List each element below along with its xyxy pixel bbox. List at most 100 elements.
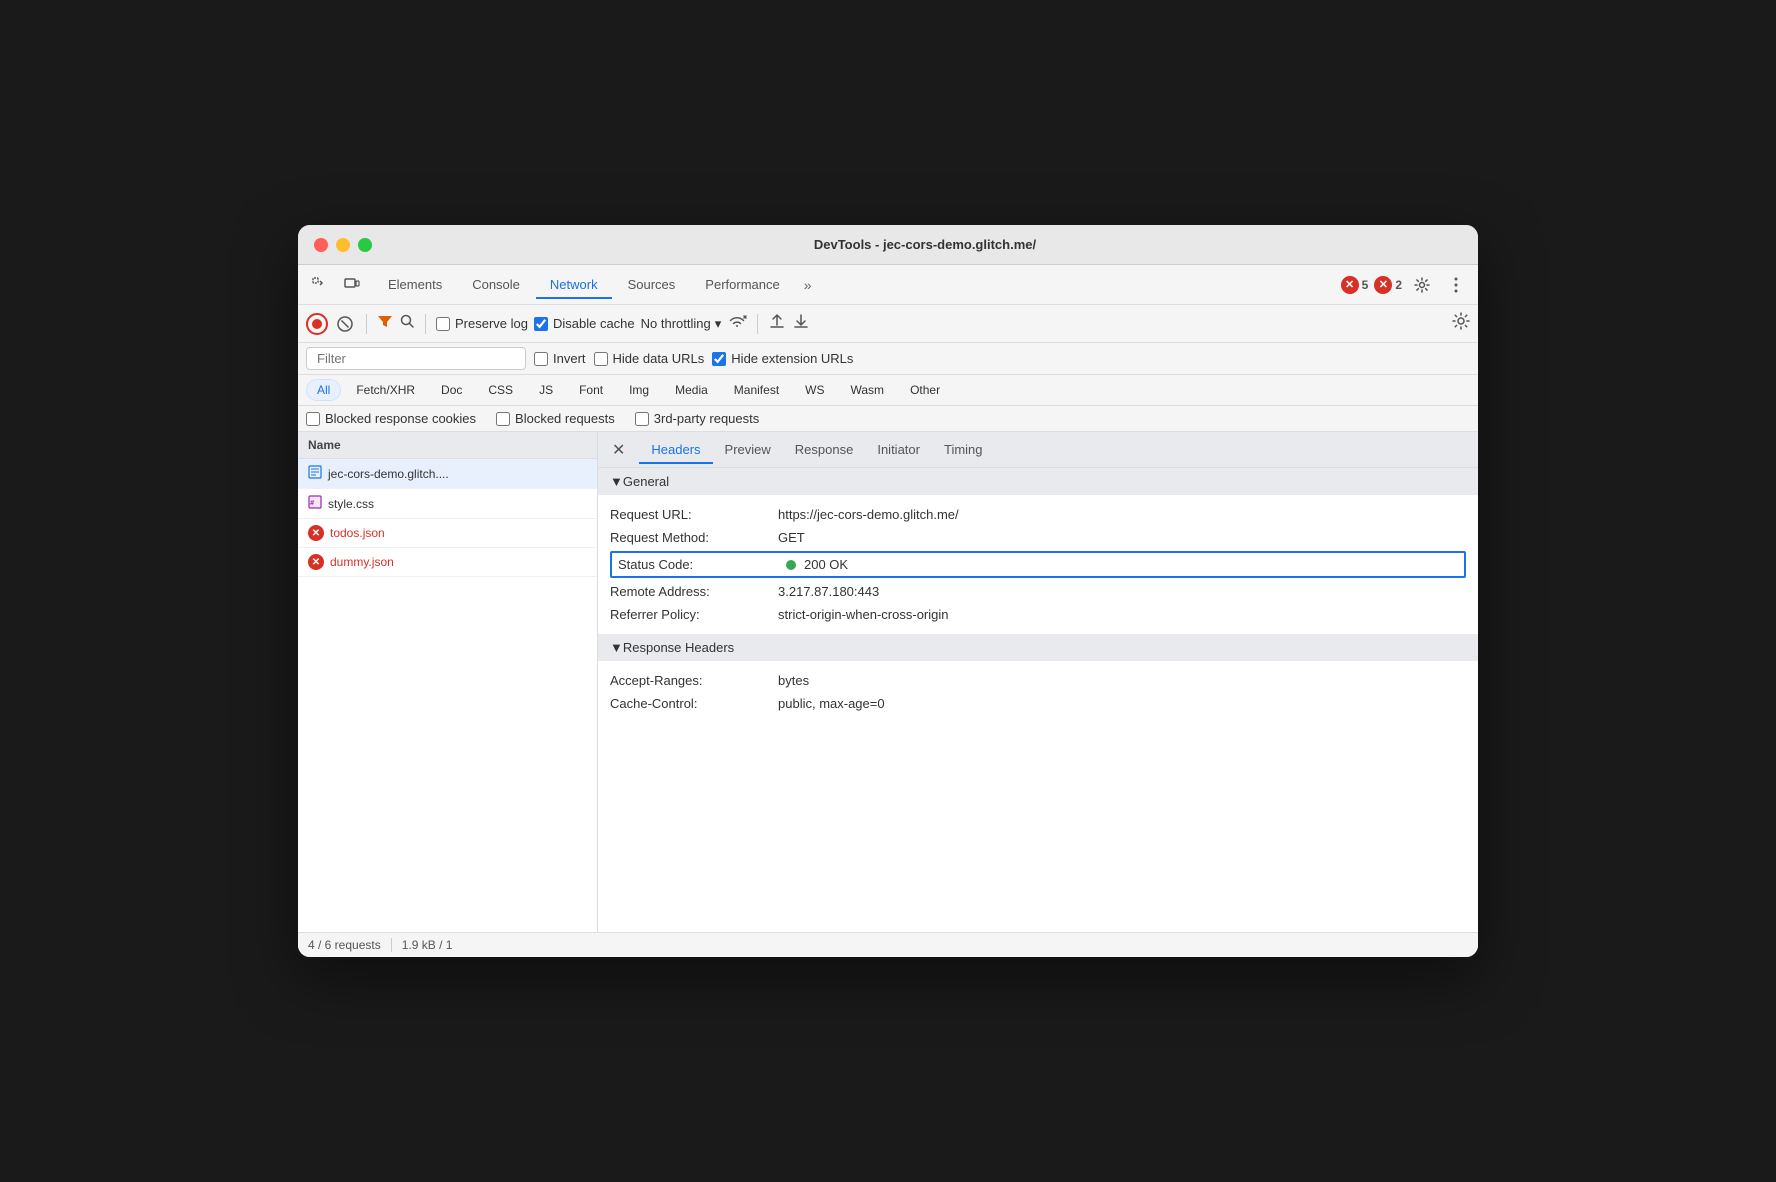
traffic-lights	[314, 238, 372, 252]
file-name-2: style.css	[328, 497, 374, 511]
accept-ranges-value: bytes	[778, 673, 809, 688]
download-icon[interactable]	[792, 312, 810, 335]
error-icon-1: ✕	[1341, 276, 1359, 294]
blocked-cookies-label[interactable]: Blocked response cookies	[306, 411, 476, 426]
hide-extension-urls-checkbox[interactable]	[712, 352, 726, 366]
invert-checkbox[interactable]	[534, 352, 548, 366]
type-pill-js[interactable]: JS	[528, 379, 564, 401]
tab-performance[interactable]: Performance	[691, 271, 793, 298]
wifi-icon[interactable]	[727, 314, 747, 333]
header-tab-headers[interactable]: Headers	[639, 436, 712, 463]
status-bar: 4 / 6 requests 1.9 kB / 1	[298, 932, 1478, 957]
file-item-2[interactable]: # style.css	[298, 489, 597, 519]
hide-extension-urls-label[interactable]: Hide extension URLs	[712, 351, 853, 366]
type-pill-img[interactable]: Img	[618, 379, 660, 401]
referrer-policy-row: Referrer Policy: strict-origin-when-cros…	[598, 603, 1478, 626]
window-title: DevTools - jec-cors-demo.glitch.me/	[388, 237, 1462, 252]
toolbar: Preserve log Disable cache No throttling…	[298, 305, 1478, 343]
record-button[interactable]	[306, 313, 328, 335]
hide-data-urls-checkbox[interactable]	[594, 352, 608, 366]
error-badge-1: ✕ 5	[1341, 276, 1369, 294]
file-item-4[interactable]: ✕ dummy.json	[298, 548, 597, 577]
toolbar-divider-1	[366, 314, 367, 334]
tab-bar: Elements Console Network Sources Perform…	[298, 265, 1478, 305]
blocked-cookies-checkbox[interactable]	[306, 412, 320, 426]
type-pill-fetch-xhr[interactable]: Fetch/XHR	[345, 379, 426, 401]
header-tab-initiator[interactable]: Initiator	[865, 436, 932, 463]
header-tab-response[interactable]: Response	[783, 436, 866, 463]
accept-ranges-key: Accept-Ranges:	[610, 673, 770, 688]
type-pill-media[interactable]: Media	[664, 379, 719, 401]
cache-control-row: Cache-Control: public, max-age=0	[598, 692, 1478, 715]
third-party-checkbox[interactable]	[635, 412, 649, 426]
type-pill-wasm[interactable]: Wasm	[840, 379, 896, 401]
type-filters: All Fetch/XHR Doc CSS JS Font Img Media …	[298, 375, 1478, 406]
status-code-key: Status Code:	[618, 557, 778, 572]
maximize-button[interactable]	[358, 238, 372, 252]
general-section-body: Request URL: https://jec-cors-demo.glitc…	[598, 495, 1478, 634]
cache-control-key: Cache-Control:	[610, 696, 770, 711]
response-headers-section-body: Accept-Ranges: bytes Cache-Control: publ…	[598, 661, 1478, 723]
cursor-icon[interactable]	[306, 271, 334, 299]
device-icon[interactable]	[338, 271, 366, 299]
request-method-value: GET	[778, 530, 805, 545]
type-pill-doc[interactable]: Doc	[430, 379, 473, 401]
main-content: Name jec-cors-demo.glitch....	[298, 432, 1478, 932]
status-code-row: Status Code: 200 OK	[610, 551, 1466, 578]
tab-elements[interactable]: Elements	[374, 271, 456, 298]
file-item-1[interactable]: jec-cors-demo.glitch....	[298, 459, 597, 489]
remote-address-key: Remote Address:	[610, 584, 770, 599]
minimize-button[interactable]	[336, 238, 350, 252]
header-tab-preview[interactable]: Preview	[713, 436, 783, 463]
referrer-policy-value: strict-origin-when-cross-origin	[778, 607, 949, 622]
error-badge-3: ✕	[308, 525, 324, 541]
filter-icon[interactable]	[377, 313, 393, 334]
type-pill-manifest[interactable]: Manifest	[723, 379, 790, 401]
file-item-3[interactable]: ✕ todos.json	[298, 519, 597, 548]
throttle-select[interactable]: No throttling ▾	[641, 316, 722, 332]
third-party-label[interactable]: 3rd-party requests	[635, 411, 760, 426]
headers-tab-bar: ✕ Headers Preview Response Initiator Tim…	[598, 432, 1478, 468]
type-pill-css[interactable]: CSS	[477, 379, 524, 401]
more-tabs[interactable]: »	[796, 273, 820, 297]
preserve-log-label[interactable]: Preserve log	[436, 316, 528, 331]
type-pill-all[interactable]: All	[306, 379, 341, 401]
doc-icon	[308, 465, 322, 482]
tab-sources[interactable]: Sources	[614, 271, 690, 298]
header-tab-timing[interactable]: Timing	[932, 436, 995, 463]
close-button[interactable]	[314, 238, 328, 252]
error-badge-4: ✕	[308, 554, 324, 570]
more-options-icon[interactable]	[1442, 271, 1470, 299]
tab-network[interactable]: Network	[536, 271, 612, 298]
preserve-log-checkbox[interactable]	[436, 317, 450, 331]
request-method-key: Request Method:	[610, 530, 770, 545]
tab-console[interactable]: Console	[458, 271, 534, 298]
disable-cache-label[interactable]: Disable cache	[534, 316, 635, 331]
blocked-requests-checkbox[interactable]	[496, 412, 510, 426]
file-list-header: Name	[298, 432, 597, 459]
requests-count: 4 / 6 requests	[308, 938, 381, 952]
filter-input[interactable]	[306, 347, 526, 370]
headers-panel: ✕ Headers Preview Response Initiator Tim…	[598, 432, 1478, 932]
blocked-requests-label[interactable]: Blocked requests	[496, 411, 615, 426]
type-pill-ws[interactable]: WS	[794, 379, 835, 401]
general-section-header: ▼General	[598, 468, 1478, 495]
main-tabs: Elements Console Network Sources Perform…	[374, 271, 1341, 298]
devtools-body: Elements Console Network Sources Perform…	[298, 265, 1478, 957]
type-pill-other[interactable]: Other	[899, 379, 951, 401]
response-headers-section-header: ▼Response Headers	[598, 634, 1478, 661]
error-count-1: 5	[1362, 278, 1369, 292]
network-settings-icon[interactable]	[1452, 312, 1470, 335]
upload-icon[interactable]	[768, 312, 786, 335]
clear-button[interactable]	[334, 313, 356, 335]
cache-control-value: public, max-age=0	[778, 696, 885, 711]
status-divider	[391, 938, 392, 952]
disable-cache-checkbox[interactable]	[534, 317, 548, 331]
hide-data-urls-label[interactable]: Hide data URLs	[594, 351, 705, 366]
type-pill-font[interactable]: Font	[568, 379, 614, 401]
invert-label[interactable]: Invert	[534, 351, 586, 366]
settings-icon[interactable]	[1408, 271, 1436, 299]
request-method-row: Request Method: GET	[598, 526, 1478, 549]
close-panel-button[interactable]: ✕	[606, 436, 631, 464]
search-icon[interactable]	[399, 313, 415, 334]
